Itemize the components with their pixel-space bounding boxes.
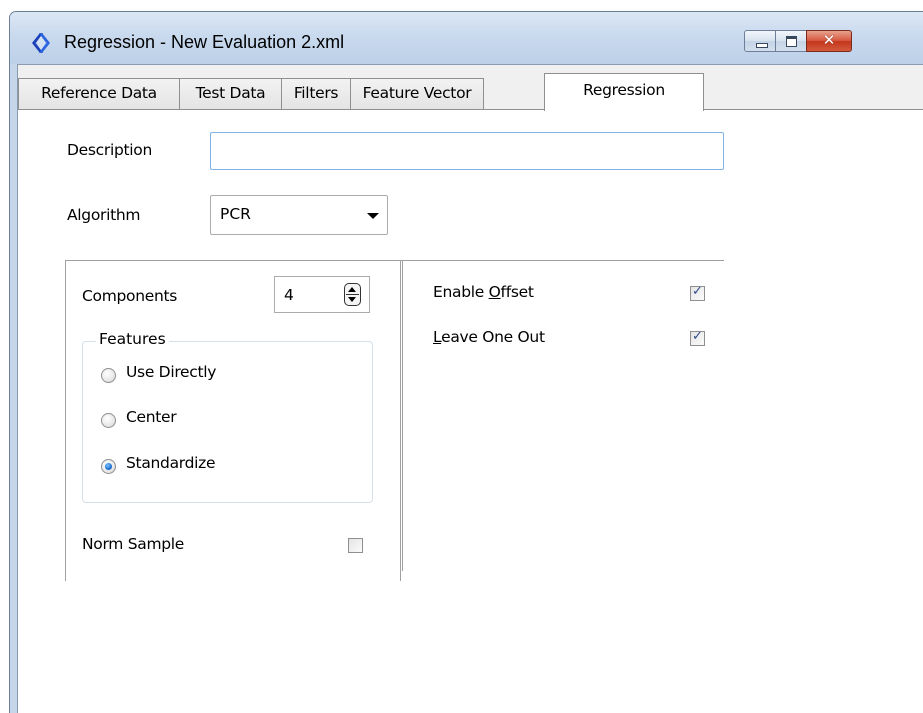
tab-feature-vector[interactable]: Feature Vector bbox=[350, 78, 484, 110]
enable-offset-accesskey: O bbox=[488, 283, 501, 301]
chevron-down-icon[interactable] bbox=[367, 213, 379, 219]
leave-one-out-accesskey: L bbox=[433, 328, 442, 346]
algorithm-select[interactable]: PCR bbox=[210, 195, 388, 235]
leave-one-out-checkbox[interactable] bbox=[690, 329, 705, 346]
close-button[interactable] bbox=[806, 30, 852, 52]
radio-standardize-label: Standardize bbox=[126, 454, 216, 472]
tab-baseline bbox=[18, 109, 923, 110]
window-title: Regression - New Evaluation 2.xml bbox=[64, 32, 345, 52]
norm-sample-label: Norm Sample bbox=[82, 535, 185, 553]
enable-offset-checkbox[interactable] bbox=[690, 284, 705, 301]
description-label: Description bbox=[67, 141, 152, 159]
components-value: 4 bbox=[284, 286, 294, 304]
maximize-button[interactable] bbox=[775, 30, 807, 52]
algorithm-label: Algorithm bbox=[67, 206, 141, 224]
radio-standardize[interactable] bbox=[101, 459, 116, 474]
radio-use-directly[interactable] bbox=[101, 368, 116, 383]
enable-offset-label: Enable Offset bbox=[433, 283, 534, 301]
leave-one-out-label: Leave One Out bbox=[433, 328, 545, 346]
components-label: Components bbox=[82, 287, 178, 305]
tab-filters[interactable]: Filters bbox=[281, 78, 351, 110]
radio-center-label: Center bbox=[126, 408, 177, 426]
client-area: Reference Data Test Data Filters Feature… bbox=[17, 64, 923, 713]
title-bar[interactable]: Regression - New Evaluation 2.xml bbox=[10, 12, 923, 64]
tab-strip: Reference Data Test Data Filters Feature… bbox=[18, 65, 923, 111]
radio-use-directly-label: Use Directly bbox=[126, 363, 217, 381]
spin-up-down-icon[interactable] bbox=[344, 283, 361, 306]
radio-center[interactable] bbox=[101, 413, 116, 428]
features-legend: Features bbox=[96, 330, 169, 348]
right-options-panel bbox=[402, 260, 724, 571]
maximize-icon bbox=[776, 31, 806, 51]
minimize-icon bbox=[745, 31, 775, 51]
minimize-button[interactable] bbox=[744, 30, 776, 52]
regression-page: Description Algorithm PCR Components 4 F… bbox=[18, 110, 923, 713]
close-icon bbox=[807, 31, 851, 51]
components-stepper[interactable]: 4 bbox=[274, 276, 370, 313]
description-input[interactable] bbox=[210, 132, 724, 170]
tab-test-data[interactable]: Test Data bbox=[179, 78, 282, 110]
algorithm-value: PCR bbox=[220, 205, 251, 223]
tab-reference-data[interactable]: Reference Data bbox=[18, 78, 180, 110]
app-window: Regression - New Evaluation 2.xml Refere… bbox=[9, 11, 923, 713]
norm-sample-checkbox[interactable] bbox=[348, 538, 363, 553]
tab-regression[interactable]: Regression bbox=[544, 73, 704, 111]
app-logo-icon bbox=[32, 33, 50, 53]
